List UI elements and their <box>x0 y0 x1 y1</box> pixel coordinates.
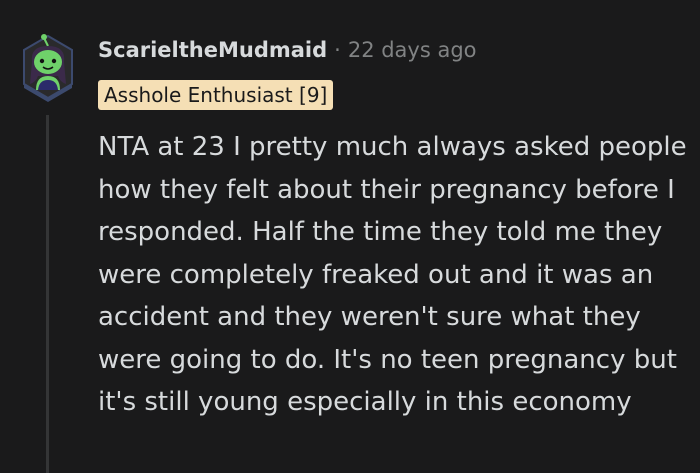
username-link[interactable]: ScarieltheMudmaid <box>98 38 327 62</box>
comment-header: ScarieltheMudmaid · 22 days ago <box>98 38 477 62</box>
user-avatar[interactable] <box>20 32 76 102</box>
user-flair: Asshole Enthusiast [9] <box>98 80 334 110</box>
comment-body: NTA at 23 I pretty much always asked peo… <box>98 132 687 417</box>
snoo-avatar-icon <box>23 34 73 102</box>
thread-line[interactable] <box>46 115 49 473</box>
flair-text: Asshole Enthusiast [9] <box>104 83 328 107</box>
separator-dot: · <box>334 38 341 62</box>
timestamp-link[interactable]: 22 days ago <box>348 38 477 62</box>
